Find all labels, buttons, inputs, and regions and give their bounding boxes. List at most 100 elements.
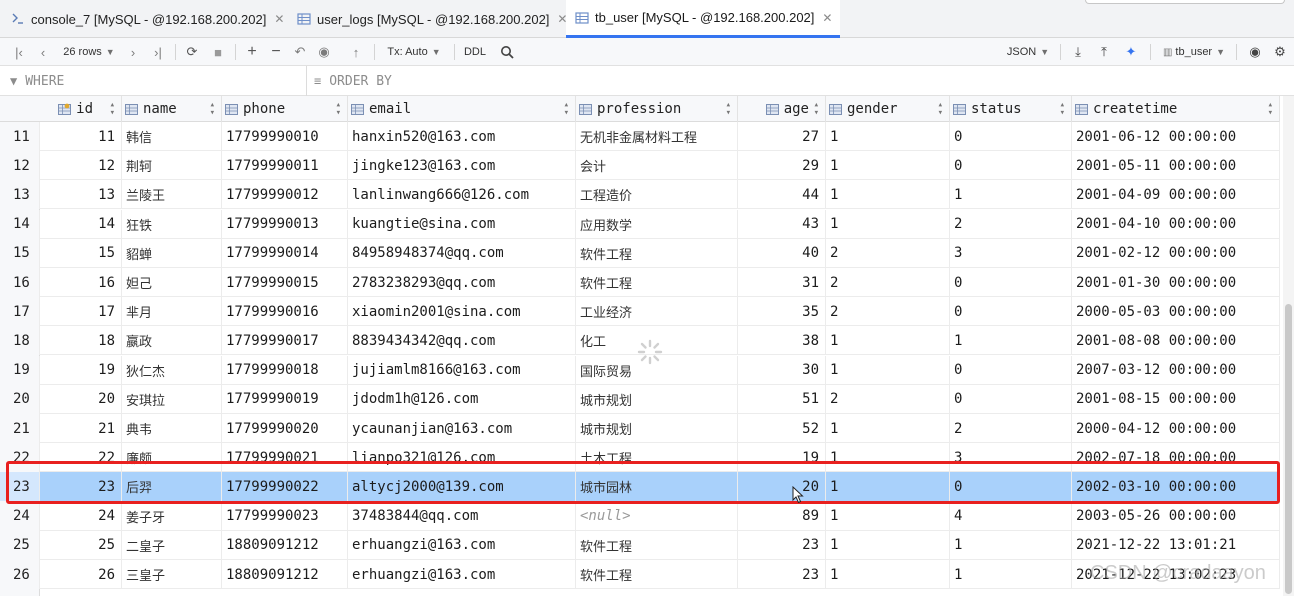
sort-toggle-icon[interactable]: ▴ ▾ [726,101,731,118]
column-header-gender[interactable]: gender ▴ ▾ [826,96,950,122]
cell-age[interactable]: 29 [738,151,826,181]
cell-gender[interactable]: 1 [826,560,950,589]
cell-email[interactable]: erhuangzi@163.com [348,560,576,589]
cell-phone[interactable]: 17799990016 [222,297,348,327]
cell-phone[interactable]: 18809091212 [222,560,348,589]
column-header-status[interactable]: status ▴ ▾ [950,96,1072,122]
cell-age[interactable]: 40 [738,238,826,268]
cell-phone[interactable]: 17799990015 [222,268,348,297]
table-row[interactable]: 11 11 韩信 17799990010 hanxin520@163.com 无机非金属材… [0,122,1280,151]
cell-createtime[interactable]: 2001-01-30 00:00:00 [1072,268,1280,297]
export-format-dropdown[interactable]: JSON ▼ [1004,38,1052,66]
cell-status[interactable]: 1 [950,530,1072,560]
cell-id[interactable]: 13 [40,180,122,210]
delete-row-icon[interactable]: − [266,38,286,66]
cell-name[interactable]: 安琪拉 [122,384,222,414]
cell-createtime[interactable]: 2003-05-26 00:00:00 [1072,501,1280,531]
cell-status[interactable]: 1 [950,180,1072,210]
cell-profession[interactable]: 会计 [576,151,738,181]
cell-gender[interactable]: 1 [826,151,950,181]
sort-toggle-icon[interactable]: ▴ ▾ [1268,101,1273,118]
sort-toggle-icon[interactable]: ▴ ▾ [938,101,943,118]
refresh-icon[interactable]: ⟳ [182,38,202,66]
cell-profession[interactable]: <null> [576,501,738,531]
sort-toggle-icon[interactable]: ▴ ▾ [1060,101,1065,118]
cell-createtime[interactable]: 2001-08-15 00:00:00 [1072,384,1280,414]
upload-icon[interactable]: ⤒ [1094,38,1114,66]
cell-createtime[interactable]: 2007-03-12 00:00:00 [1072,355,1280,385]
cell-gender[interactable]: 1 [826,414,950,443]
cell-createtime[interactable]: 2001-02-12 00:00:00 [1072,238,1280,268]
cell-name[interactable]: 芈月 [122,297,222,327]
cell-status[interactable]: 0 [950,151,1072,181]
row-number[interactable]: 13 [0,180,40,210]
row-number[interactable]: 11 [0,122,40,151]
cell-status[interactable]: 0 [950,384,1072,414]
column-header-age[interactable]: age ▴ ▾ [738,96,826,122]
cell-email[interactable]: hanxin520@163.com [348,122,576,151]
cell-profession[interactable]: 无机非金属材料工程 [576,122,738,151]
cell-name[interactable]: 貂蝉 [122,238,222,268]
cell-age[interactable]: 43 [738,209,826,239]
first-page-icon[interactable]: |‹ [10,38,28,66]
cell-gender[interactable]: 1 [826,530,950,560]
cell-gender[interactable]: 2 [826,297,950,327]
cell-phone[interactable]: 17799990019 [222,384,348,414]
revert-icon[interactable]: ↶ [290,38,310,66]
table-selector-dropdown[interactable]: ▥ tb_user ▼ [1158,38,1230,66]
cell-id[interactable]: 26 [40,560,122,589]
cell-phone[interactable]: 17799990014 [222,238,348,268]
cell-name[interactable]: 姜子牙 [122,501,222,531]
cell-createtime[interactable]: 2001-04-09 00:00:00 [1072,180,1280,210]
table-row[interactable]: 24 24 姜子牙 17799990023 37483844@qq.com <null> 8… [0,501,1280,531]
table-row[interactable]: 14 14 狂铁 17799990013 kuangtie@sina.com 应用数学 43… [0,209,1280,239]
cell-phone[interactable]: 17799990018 [222,355,348,385]
table-row[interactable]: 17 17 芈月 17799990016 xiaomin2001@sina.com 工业经… [0,297,1280,327]
scroll-thumb[interactable] [1285,304,1292,594]
where-filter-field[interactable]: ▼ WHERE [10,66,64,96]
table-row[interactable]: 21 21 典韦 17799990020 ycaunanjian@163.com 城市规划… [0,414,1280,443]
prev-page-icon[interactable]: ‹ [34,38,52,66]
cell-name[interactable]: 狂铁 [122,209,222,239]
download-icon[interactable]: ⤓ [1068,38,1088,66]
cell-id[interactable]: 11 [40,122,122,151]
rows-count-dropdown[interactable]: 26 rows ▼ [58,38,120,66]
cell-gender[interactable]: 2 [826,238,950,268]
row-number[interactable]: 20 [0,384,40,414]
row-number[interactable]: 25 [0,530,40,560]
sort-toggle-icon[interactable]: ▴ ▾ [210,101,215,118]
cell-gender[interactable]: 1 [826,355,950,385]
cell-name[interactable]: 韩信 [122,122,222,151]
cell-id[interactable]: 24 [40,501,122,531]
cell-id[interactable]: 25 [40,530,122,560]
cell-name[interactable]: 典韦 [122,414,222,443]
column-header-email[interactable]: email ▴ ▾ [348,96,576,122]
cell-status[interactable]: 2 [950,209,1072,239]
cell-age[interactable]: 52 [738,414,826,443]
eye-icon[interactable]: ◉ [1244,38,1266,66]
column-header-id[interactable]: id ▴ ▾ [40,96,122,122]
cell-id[interactable]: 12 [40,151,122,181]
cell-status[interactable]: 2 [950,414,1072,443]
cell-id[interactable]: 19 [40,355,122,385]
cell-email[interactable]: jdodm1h@126.com [348,384,576,414]
row-number[interactable]: 21 [0,414,40,443]
cell-gender[interactable]: 1 [826,326,950,356]
stop-icon[interactable]: ■ [208,38,228,66]
cell-name[interactable]: 妲己 [122,268,222,297]
column-header-name[interactable]: name ▴ ▾ [122,96,222,122]
row-number[interactable]: 15 [0,238,40,268]
cell-profession[interactable]: 软件工程 [576,268,738,297]
cell-age[interactable]: 30 [738,355,826,385]
cell-profession[interactable]: 软件工程 [576,560,738,589]
cell-name[interactable]: 嬴政 [122,326,222,356]
cell-profession[interactable]: 城市规划 [576,384,738,414]
cell-createtime[interactable]: 2001-05-11 00:00:00 [1072,151,1280,181]
cell-createtime[interactable]: 2001-08-08 00:00:00 [1072,326,1280,356]
cell-profession[interactable]: 软件工程 [576,238,738,268]
tab-tb-user[interactable]: tb_user [MySQL - @192.168.200.202] ✕ [566,0,841,38]
cell-age[interactable]: 35 [738,297,826,327]
cell-phone[interactable]: 17799990017 [222,326,348,356]
cell-age[interactable]: 89 [738,501,826,531]
cell-createtime[interactable]: 2001-04-10 00:00:00 [1072,209,1280,239]
